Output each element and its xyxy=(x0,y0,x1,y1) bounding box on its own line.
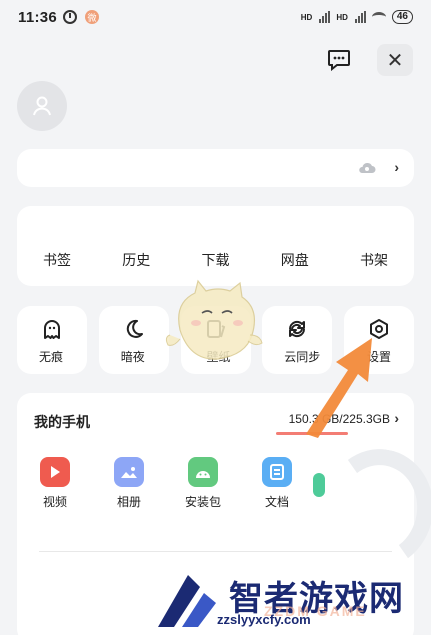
user-icon xyxy=(33,96,51,116)
quick-links: 书签 历史 下载 网盘 书架 xyxy=(17,250,414,270)
tile-night-mode[interactable]: 暗夜 xyxy=(98,306,169,374)
signal-icon xyxy=(319,11,331,23)
tile-incognito[interactable]: 无痕 xyxy=(17,306,87,374)
divider xyxy=(39,551,392,552)
watermark-logo xyxy=(158,575,216,627)
tile-label: 暗夜 xyxy=(120,350,145,364)
close-icon: ✕ xyxy=(386,49,404,72)
close-button[interactable]: ✕ xyxy=(377,44,413,76)
wifi-icon xyxy=(371,12,386,22)
storage-ring xyxy=(313,440,431,578)
quick-link-downloads[interactable]: 下载 xyxy=(196,250,236,270)
message-icon xyxy=(328,50,350,71)
hd-icon: HD xyxy=(300,12,313,22)
video-icon xyxy=(40,457,70,487)
signal-icon xyxy=(354,11,366,23)
watermark-url: zzslyyxcfy.com xyxy=(217,612,311,627)
status-indicators: HD HD 46 xyxy=(301,10,413,24)
chevron-right-icon[interactable]: › xyxy=(394,410,399,426)
mascot-illustration xyxy=(165,279,263,360)
category-video[interactable]: 视频 xyxy=(33,457,77,510)
quick-link-history[interactable]: 历史 xyxy=(116,250,156,270)
quick-links-card: 书签 历史 下载 网盘 书架 xyxy=(17,206,414,286)
hd-icon: HD xyxy=(336,12,348,22)
ghost-icon xyxy=(41,318,63,340)
account-card[interactable]: › xyxy=(17,149,414,187)
chevron-right-icon: › xyxy=(394,159,399,175)
alarm-icon xyxy=(63,10,78,24)
document-icon xyxy=(262,457,292,487)
quick-link-bookshelf[interactable]: 书架 xyxy=(354,250,394,270)
watermark: 智者游戏网 ZZDM GAME zzslyyxcfy.com xyxy=(150,565,431,635)
category-label: 安装包 xyxy=(184,495,221,509)
category-label: 相册 xyxy=(116,495,141,509)
category-album[interactable]: 相册 xyxy=(107,457,151,510)
quick-link-cloud-drive[interactable]: 网盘 xyxy=(275,250,315,270)
message-button[interactable] xyxy=(323,44,355,76)
battery-indicator: 46 xyxy=(391,10,413,24)
cloud-icon xyxy=(359,162,376,173)
pointer-arrow-icon xyxy=(306,338,372,438)
album-icon xyxy=(114,457,144,487)
android-icon xyxy=(188,457,218,487)
tile-label: 无痕 xyxy=(39,350,64,364)
category-label: 文档 xyxy=(264,495,289,509)
moon-icon xyxy=(123,318,145,340)
category-apk[interactable]: 安装包 xyxy=(181,457,225,510)
status-time: 11:36 xyxy=(18,8,58,26)
category-label: 视频 xyxy=(42,495,67,509)
category-document[interactable]: 文档 xyxy=(255,457,299,510)
loading-indicator xyxy=(313,473,325,497)
avatar[interactable] xyxy=(17,81,67,131)
quick-link-bookmarks[interactable]: 书签 xyxy=(37,250,77,270)
notification-badge: 微 xyxy=(85,10,100,24)
file-categories: 视频 相册 安装包 文档 xyxy=(33,457,299,510)
top-actions: ✕ xyxy=(323,44,413,76)
section-title: 我的手机 xyxy=(34,414,90,430)
status-bar: 11:36 微 HD HD 46 xyxy=(0,0,431,34)
